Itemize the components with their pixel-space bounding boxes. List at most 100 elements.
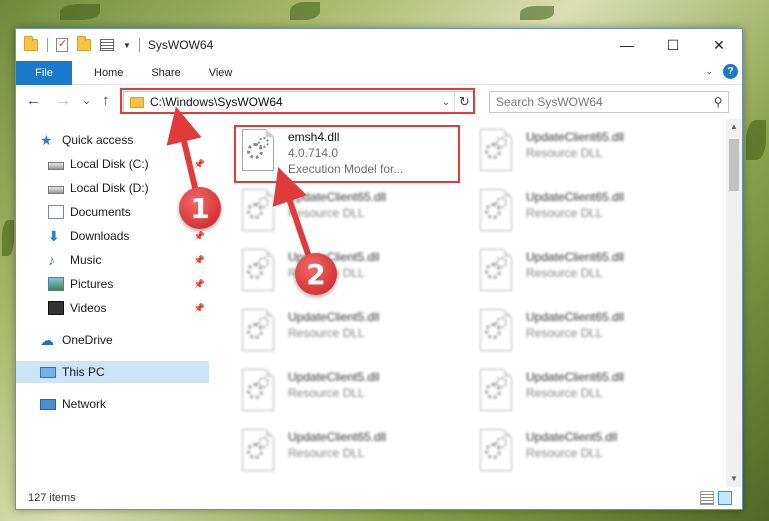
window-title: SysWOW64 [147, 38, 214, 52]
sidebar-item-onedrive[interactable]: ☁ OneDrive [16, 329, 209, 351]
sidebar-item-quick-access[interactable]: ★ Quick access [16, 129, 209, 151]
dll-file-icon [242, 249, 280, 295]
file-type: Resource DLL [526, 446, 603, 460]
navigation-pane: ★ Quick access Local Disk (C:) 📌 Local D… [16, 125, 209, 485]
minimize-button[interactable]: — [604, 29, 650, 61]
recent-locations-button[interactable]: ⌄ [82, 94, 91, 107]
customize-toolbar-icon[interactable]: ▼ [123, 41, 131, 50]
ribbon-controls: ⌄ ? [705, 64, 738, 79]
sidebar-item-music[interactable]: ♪ Music 📌 [16, 249, 209, 271]
dll-file-icon [480, 129, 518, 175]
pin-icon[interactable]: 📌 [194, 255, 205, 266]
vertical-scrollbar[interactable]: ▲ ▼ [726, 119, 742, 487]
file-item[interactable]: UpdateClient5.dllResource DLL [236, 305, 464, 363]
search-icon[interactable]: ⚲ [708, 95, 728, 109]
file-type: Resource DLL [526, 266, 603, 280]
sidebar-item-label: Downloads [70, 229, 130, 243]
file-item[interactable]: UpdateClient5.dllResource DLL [236, 365, 464, 423]
dll-file-icon [242, 309, 280, 355]
sidebar-item-downloads[interactable]: ⬇ Downloads 📌 [16, 225, 209, 247]
pin-icon[interactable]: 📌 [194, 231, 205, 242]
file-name: UpdateClient65.dll [526, 310, 625, 324]
sidebar-item-network[interactable]: Network [16, 393, 209, 415]
tiles-view-icon[interactable] [718, 491, 732, 505]
dll-file-icon [242, 369, 280, 415]
file-item[interactable]: UpdateClient65.dll Resource DLL [474, 245, 702, 303]
minimize-icon: — [620, 37, 634, 53]
file-item[interactable]: UpdateClient65.dll Resource DLL [236, 425, 464, 483]
view-options-icon[interactable] [100, 39, 114, 51]
file-type: Resource DLL [526, 326, 603, 340]
file-item[interactable]: UpdateClient65.dll Resource DLL [474, 185, 702, 243]
star-icon: ★ [40, 132, 53, 148]
back-button[interactable]: ← [26, 92, 41, 109]
scrollbar-thumb[interactable] [729, 139, 739, 191]
sidebar-item-label: Videos [70, 301, 107, 315]
properties-icon[interactable] [56, 37, 68, 52]
sidebar-item-local-disk-d[interactable]: Local Disk (D:) [16, 177, 209, 199]
dll-file-icon [480, 429, 518, 475]
file-type: Resource DLL [526, 146, 603, 160]
file-item[interactable]: UpdateClient65.dll Resource DLL [236, 185, 464, 243]
help-icon[interactable]: ? [723, 64, 738, 79]
file-item[interactable]: UpdateClient5.dllResource DLL [474, 425, 702, 483]
search-box[interactable]: ⚲ [489, 91, 729, 113]
dll-file-icon [242, 429, 280, 475]
sidebar-item-videos[interactable]: Videos 📌 [16, 297, 209, 319]
file-name: UpdateClient65.dll [526, 130, 625, 144]
details-view-icon[interactable] [700, 491, 714, 505]
file-type: Resource DLL [526, 206, 603, 220]
tab-file[interactable]: File [16, 60, 72, 85]
sidebar-item-label: Network [62, 397, 107, 411]
tab-share[interactable]: Share [137, 61, 194, 85]
address-highlight-box [120, 88, 475, 114]
maximize-icon: ☐ [666, 36, 680, 53]
file-type: Resource DLL [288, 206, 365, 220]
close-icon: ✕ [713, 36, 725, 53]
file-item[interactable]: UpdateClient65.dll Resource DLL [474, 125, 702, 183]
background-leaf [520, 6, 554, 20]
cloud-icon: ☁ [40, 332, 54, 348]
dll-file-icon [242, 189, 280, 235]
file-type: Resource DLL [288, 386, 365, 400]
disk-icon [48, 185, 64, 194]
scroll-down-icon[interactable]: ▼ [726, 471, 742, 487]
step-1-badge: 1 [179, 187, 221, 229]
title-bar: ▼ SysWOW64 — ☐ ✕ [16, 29, 742, 61]
sidebar-item-label: Local Disk (C:) [70, 157, 149, 171]
file-name: UpdateClient65.dll [526, 250, 625, 264]
videos-icon [48, 301, 64, 315]
close-button[interactable]: ✕ [696, 29, 742, 61]
expand-ribbon-icon[interactable]: ⌄ [705, 66, 713, 77]
scroll-up-icon[interactable]: ▲ [726, 119, 742, 135]
sidebar-item-label: Quick access [62, 133, 134, 147]
maximize-button[interactable]: ☐ [650, 29, 696, 61]
status-bar: 127 items [16, 487, 742, 509]
forward-button[interactable]: → [56, 92, 71, 109]
pin-icon[interactable]: 📌 [194, 279, 205, 290]
tab-view[interactable]: View [195, 61, 247, 85]
sidebar-item-pictures[interactable]: Pictures 📌 [16, 273, 209, 295]
sidebar-item-label: Local Disk (D:) [70, 181, 149, 195]
up-button[interactable]: ↑ [102, 92, 110, 109]
documents-icon [48, 205, 64, 219]
downloads-icon: ⬇ [48, 228, 60, 244]
pin-icon[interactable]: 📌 [194, 159, 205, 170]
dll-file-icon [480, 189, 518, 235]
ribbon-tabs: File Home Share View ⌄ ? [16, 60, 742, 85]
pin-icon[interactable]: 📌 [194, 303, 205, 314]
search-input[interactable] [496, 95, 708, 109]
sidebar-item-label: OneDrive [62, 333, 113, 347]
toolbar-divider [138, 38, 140, 52]
file-type: Resource DLL [526, 386, 603, 400]
file-type: Resource DLL [288, 446, 365, 460]
file-item[interactable]: UpdateClient5.dllResource DLL [236, 245, 464, 303]
sidebar-item-this-pc[interactable]: This PC [16, 361, 209, 383]
tab-home[interactable]: Home [80, 61, 137, 85]
sidebar-item-local-disk-c[interactable]: Local Disk (C:) 📌 [16, 153, 209, 175]
window-controls: — ☐ ✕ [604, 29, 742, 61]
file-item[interactable]: UpdateClient65.dll Resource DLL [474, 365, 702, 423]
file-item[interactable]: UpdateClient65.dll Resource DLL [474, 305, 702, 363]
file-highlight-box [234, 125, 460, 183]
new-folder-icon[interactable] [77, 36, 91, 51]
